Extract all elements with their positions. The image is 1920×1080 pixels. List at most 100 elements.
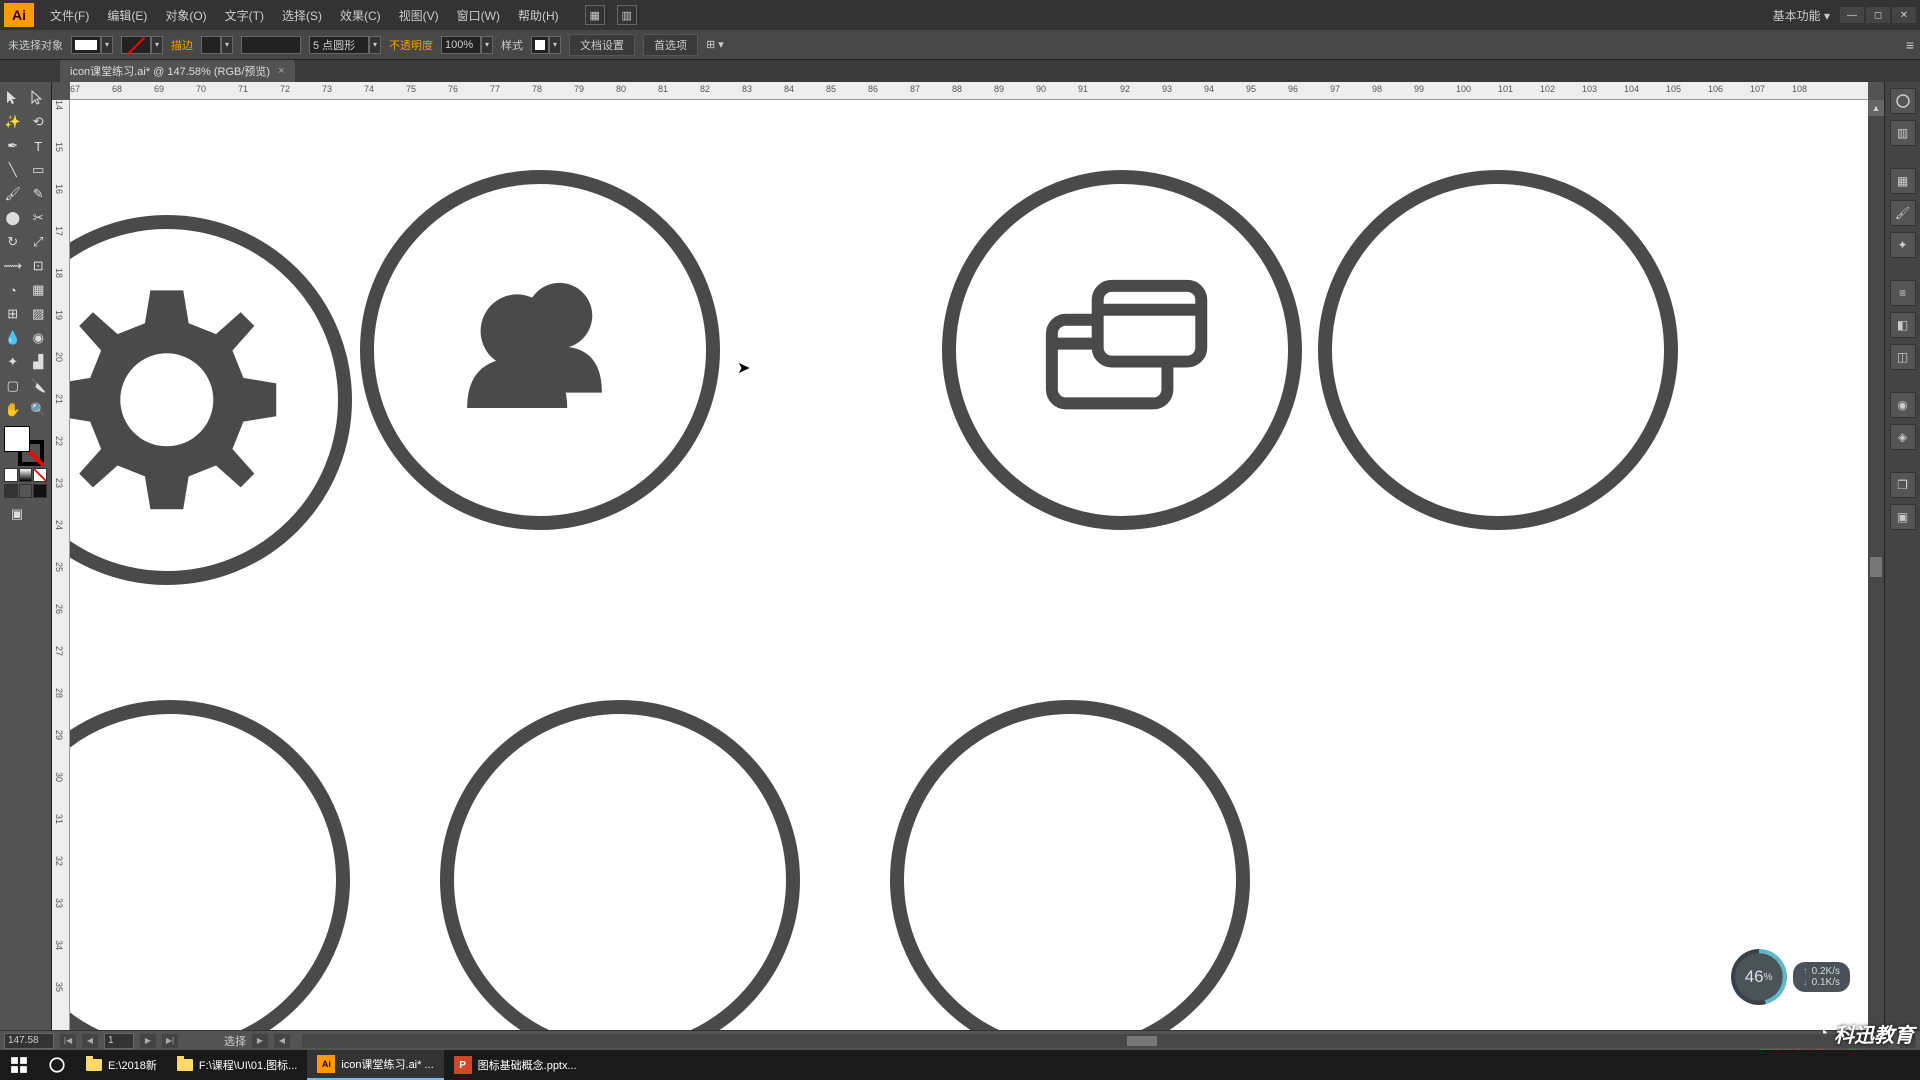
status-menu-button[interactable]: ▶ (252, 1034, 268, 1048)
preferences-button[interactable]: 首选项 (643, 34, 698, 56)
type-tool[interactable]: T (26, 134, 52, 158)
menu-window[interactable]: 窗口(W) (449, 3, 508, 28)
brush-def[interactable]: 5 点圆形▾ (309, 36, 381, 54)
style-swatch[interactable]: ▾ (531, 36, 561, 54)
last-artboard-button[interactable]: ▶| (162, 1034, 178, 1048)
taskbar-powerpoint[interactable]: P图标基础概念.pptx... (444, 1050, 587, 1080)
performance-widget[interactable]: 46% ↑0.2K/s ↓0.1K/s (1731, 949, 1850, 1005)
canvas[interactable]: ➤ (70, 100, 1868, 1050)
arrange-docs-icon[interactable]: ▦ (585, 5, 605, 25)
hand-tool[interactable]: ✋ (0, 398, 26, 422)
panel-layers-icon[interactable]: ❐ (1890, 472, 1916, 498)
artwork-bottom-1[interactable] (70, 700, 350, 1050)
artwork-gear-circle[interactable] (70, 215, 352, 585)
controlbar-menu-icon[interactable]: ≡ (1906, 37, 1914, 53)
fill-color[interactable] (4, 426, 30, 452)
artwork-windows-circle[interactable] (942, 170, 1302, 530)
scale-tool[interactable]: ⤢ (26, 230, 52, 254)
ruler-horizontal[interactable]: 6768697071727374757677787980818283848586… (70, 82, 1868, 100)
document-tab[interactable]: icon课堂练习.ai* @ 147.58% (RGB/预览) × (60, 60, 295, 82)
stroke-swatch[interactable]: ▾ (121, 36, 163, 54)
workspace-switcher[interactable]: 基本功能 ▾ (1773, 7, 1830, 24)
graph-tool[interactable]: ▟ (26, 350, 52, 374)
shape-builder-tool[interactable]: ◔ (0, 278, 26, 302)
screen-mode-pres[interactable] (33, 484, 47, 498)
stroke-weight-input[interactable]: ▾ (201, 36, 233, 54)
panel-properties-icon[interactable]: ▥ (1890, 120, 1916, 146)
color-mode-gradient[interactable] (19, 468, 33, 482)
next-artboard-button[interactable]: ▶ (140, 1034, 156, 1048)
panel-color-icon[interactable] (1890, 88, 1916, 114)
panel-stroke-icon[interactable]: ≡ (1890, 280, 1916, 306)
line-tool[interactable]: ╲ (0, 158, 26, 182)
stroke-label[interactable]: 描边 (171, 37, 193, 53)
scroll-up-icon[interactable]: ▲ (1868, 100, 1884, 116)
cortana-button[interactable] (38, 1050, 76, 1080)
menu-effect[interactable]: 效果(C) (332, 3, 389, 28)
menu-file[interactable]: 文件(F) (42, 3, 97, 28)
first-artboard-button[interactable]: |◀ (60, 1034, 76, 1048)
artwork-users-circle[interactable] (360, 170, 720, 530)
panel-appearance-icon[interactable]: ◉ (1890, 392, 1916, 418)
taskbar-illustrator[interactable]: Aiicon课堂练习.ai* ... (307, 1050, 443, 1080)
magic-wand-tool[interactable]: ✨ (0, 110, 26, 134)
layout-icon[interactable]: ▥ (617, 5, 637, 25)
horizontal-scrollbar[interactable] (302, 1034, 1888, 1048)
pen-tool[interactable]: ✒ (0, 134, 26, 158)
mesh-tool[interactable]: ⊞ (0, 302, 26, 326)
screen-mode-normal[interactable] (4, 484, 18, 498)
close-button[interactable]: ✕ (1892, 7, 1916, 23)
vertical-scrollbar[interactable]: ▲ ▼ (1868, 100, 1884, 1050)
slice-tool[interactable]: 🔪 (26, 374, 52, 398)
prev-artboard-button[interactable]: ◀ (82, 1034, 98, 1048)
free-transform-tool[interactable]: ⊡ (26, 254, 52, 278)
panel-gradient-icon[interactable]: ◧ (1890, 312, 1916, 338)
screen-mode-full[interactable] (19, 484, 33, 498)
stroke-profile[interactable] (241, 36, 301, 54)
selection-tool[interactable] (0, 86, 26, 110)
color-mode-none[interactable] (33, 468, 47, 482)
menu-select[interactable]: 选择(S) (274, 3, 330, 28)
panel-graphic-styles-icon[interactable]: ◈ (1890, 424, 1916, 450)
scroll-thumb[interactable] (1870, 557, 1882, 577)
start-button[interactable] (0, 1050, 38, 1080)
panel-swatches-icon[interactable]: ▦ (1890, 168, 1916, 194)
pencil-tool[interactable]: ✎ (26, 182, 52, 206)
menu-view[interactable]: 视图(V) (391, 3, 447, 28)
menu-type[interactable]: 文字(T) (217, 3, 272, 28)
paintbrush-tool[interactable]: 🖌 (0, 182, 26, 206)
maximize-button[interactable]: ◻ (1866, 7, 1890, 23)
zoom-input[interactable] (4, 1033, 54, 1049)
menu-help[interactable]: 帮助(H) (510, 3, 567, 28)
rotate-tool[interactable]: ↻ (0, 230, 26, 254)
blend-tool[interactable]: ◉ (26, 326, 52, 350)
artwork-bottom-3[interactable] (890, 700, 1250, 1050)
eraser-tool[interactable]: ✂ (26, 206, 52, 230)
artwork-partial-right[interactable] (1318, 170, 1678, 530)
color-picker[interactable]: ▣ (0, 422, 51, 530)
artwork-bottom-2[interactable] (440, 700, 800, 1050)
hscroll-left[interactable]: ◀ (274, 1034, 290, 1048)
panel-artboards-icon[interactable]: ▣ (1890, 504, 1916, 530)
perspective-tool[interactable]: ▦ (26, 278, 52, 302)
blob-brush-tool[interactable]: ⬤ (0, 206, 26, 230)
ruler-vertical[interactable]: 1415161718192021222324252627282930313233… (52, 100, 70, 1050)
panel-transparency-icon[interactable]: ◫ (1890, 344, 1916, 370)
direct-selection-tool[interactable] (26, 86, 52, 110)
color-mode-solid[interactable] (4, 468, 18, 482)
tab-close-icon[interactable]: × (278, 65, 284, 77)
screen-mode-tool[interactable]: ▣ (4, 502, 30, 526)
width-tool[interactable]: ⟿ (0, 254, 26, 278)
panel-symbols-icon[interactable]: ✦ (1890, 232, 1916, 258)
doc-setup-button[interactable]: 文档设置 (569, 34, 635, 56)
opacity-label[interactable]: 不透明度 (389, 37, 433, 53)
panel-brushes-icon[interactable]: 🖌 (1890, 200, 1916, 226)
lasso-tool[interactable]: ⟲ (26, 110, 52, 134)
align-icon[interactable]: ⊞ ▾ (706, 38, 724, 51)
symbol-sprayer-tool[interactable]: ✦ (0, 350, 26, 374)
artboard-tool[interactable]: ▢ (0, 374, 26, 398)
fill-swatch[interactable]: ▾ (71, 36, 113, 54)
menu-object[interactable]: 对象(O) (157, 3, 214, 28)
taskbar-folder-2[interactable]: F:\课程\UI\01.图标... (167, 1050, 307, 1080)
opacity-input[interactable]: 100%▾ (441, 36, 493, 54)
